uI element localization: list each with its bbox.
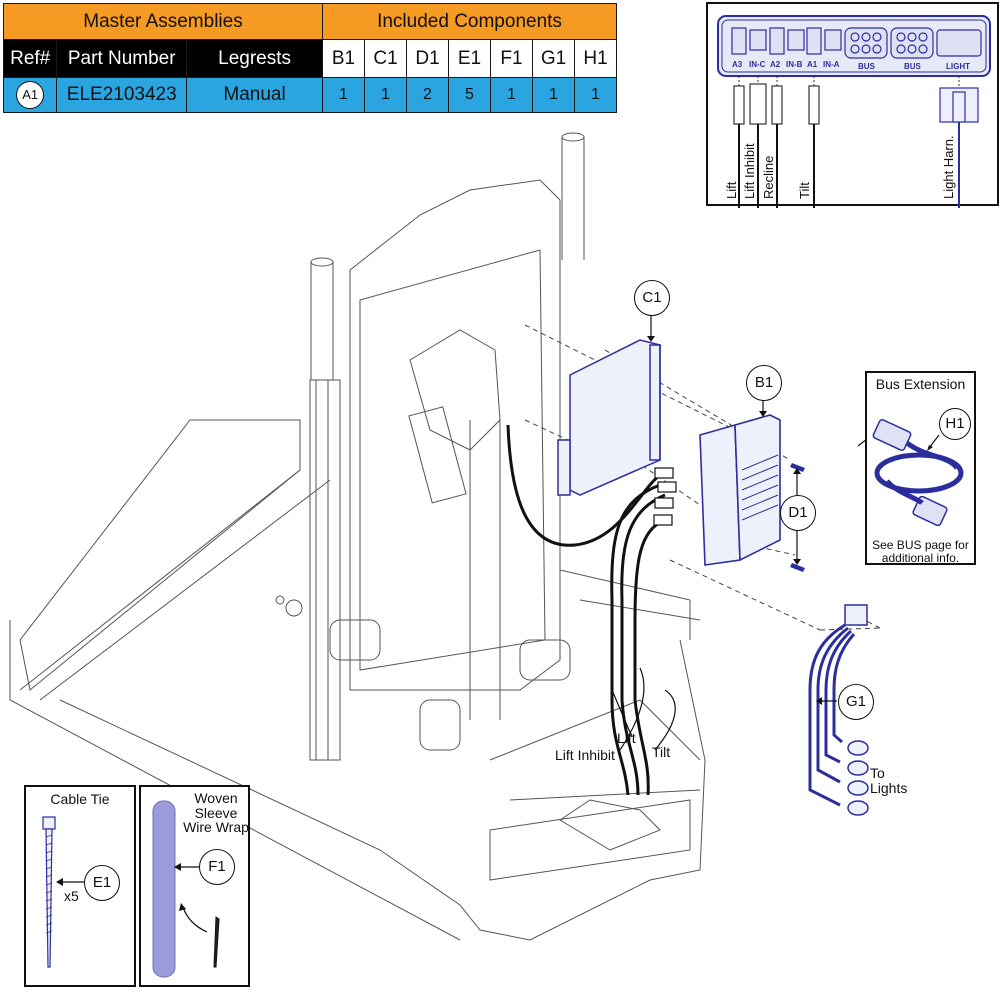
- connector-panel-inset: A3 IN-C A2 IN-B A1 IN-A BUS BUS LIGHT Li…: [706, 2, 999, 208]
- quantity-cell: 5: [448, 77, 491, 113]
- callout-g1: G1: [838, 684, 874, 720]
- port-label: A2: [770, 60, 781, 69]
- quantity-cell: 1: [322, 77, 365, 113]
- cable-tie-inset: Cable Tie E1 x5: [24, 785, 136, 987]
- wire-label-recline: Recline: [761, 155, 776, 199]
- included-components-header: Included Components: [322, 3, 617, 40]
- quantity-cell: 1: [490, 77, 533, 113]
- module-b1: [699, 414, 781, 566]
- part-number-column-header: Part Number: [56, 39, 188, 78]
- wire-wrap-drawing: [152, 800, 220, 978]
- wire-wrap-inset: Woven Sleeve Wire Wrap F1: [139, 785, 250, 987]
- callout-h1: H1: [939, 408, 971, 440]
- bracket-c1: [557, 339, 661, 496]
- component-column-header: B1: [322, 39, 365, 78]
- component-column-header: G1: [532, 39, 575, 78]
- cable-label-lift: Lift: [617, 730, 636, 746]
- lights-label-line2: Lights: [870, 779, 908, 796]
- port-label: IN-B: [786, 60, 803, 69]
- port-label: A1: [807, 60, 818, 69]
- bus-extension-note: See BUS page for additional info.: [867, 539, 974, 564]
- ref-cell: A1: [2, 77, 58, 113]
- ref-column-header: Ref#: [2, 39, 58, 78]
- quantity-cell: 1: [532, 77, 575, 113]
- port-label: BUS: [904, 62, 921, 71]
- cable-tie-qty: x5: [64, 888, 79, 904]
- port-label: BUS: [858, 62, 875, 71]
- cable-label-tilt: Tilt: [652, 744, 671, 760]
- left-post: [310, 257, 334, 380]
- port-label: IN-C: [749, 60, 766, 69]
- master-assemblies-header: Master Assemblies: [3, 3, 323, 40]
- callout-c1: C1: [634, 280, 670, 316]
- component-column-header: H1: [574, 39, 617, 78]
- component-column-header: E1: [448, 39, 491, 78]
- component-column-header: F1: [490, 39, 533, 78]
- quantity-cell: 2: [406, 77, 449, 113]
- wire-label-lift: Lift: [724, 181, 739, 199]
- cable-label-lift-inhibit: Lift Inhibit: [555, 747, 615, 763]
- callout-d1: D1: [780, 495, 816, 531]
- lights-label: To Lights: [870, 766, 907, 795]
- bus-extension-cable-drawing: [872, 418, 964, 527]
- quantity-cell: 1: [574, 77, 617, 113]
- port-label: LIGHT: [946, 62, 970, 71]
- wire-label-tilt: Tilt: [797, 182, 812, 199]
- callout-e1: E1: [84, 865, 120, 901]
- cables: [506, 424, 666, 796]
- callout-b1: B1: [746, 365, 782, 401]
- bus-extension-inset: Bus Extension H1 See BUS page for additi…: [865, 371, 976, 565]
- component-column-header: C1: [364, 39, 407, 78]
- part-number-cell: ELE2103423: [56, 77, 188, 113]
- legrests-cell: Manual: [186, 77, 323, 113]
- table-row: A1 ELE2103423 Manual 1 1 2 5 1 1 1: [2, 77, 617, 113]
- legrests-column-header: Legrests: [186, 39, 323, 78]
- right-post: [561, 132, 585, 260]
- quantity-cell: 1: [364, 77, 407, 113]
- ref-callout: A1: [16, 81, 45, 109]
- parts-table: Master Assemblies Included Components Re…: [2, 3, 617, 113]
- port-label: IN-A: [823, 60, 840, 69]
- bus-extension-note-line2: additional info.: [881, 550, 960, 565]
- port-label: A3: [732, 60, 743, 69]
- wire-label-light-harness: Light Harn.: [941, 135, 956, 199]
- wire-label-lift-inhibit: Lift Inhibit: [742, 143, 757, 199]
- callout-f1: F1: [199, 849, 235, 885]
- lights-label-line1: To: [870, 765, 885, 781]
- component-column-header: D1: [406, 39, 449, 78]
